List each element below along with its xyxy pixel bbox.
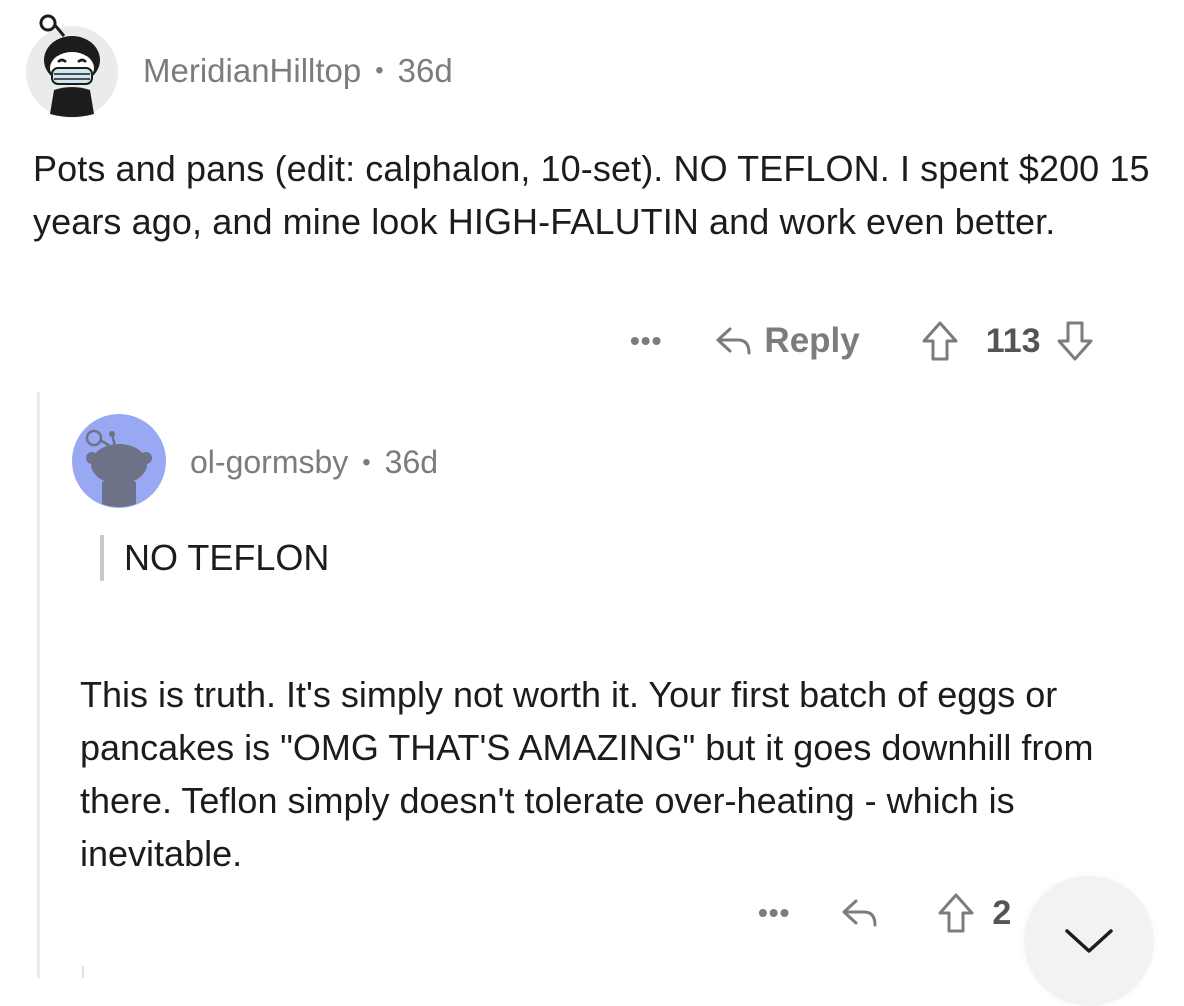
- vote-group: 113: [920, 319, 1095, 363]
- vote-score: 2: [992, 893, 1012, 932]
- separator-dot: •: [375, 57, 384, 84]
- upvote-arrow-icon[interactable]: [920, 319, 960, 363]
- masked-snoo-avatar-icon: [26, 14, 118, 118]
- username[interactable]: MeridianHilltop: [143, 52, 361, 90]
- comment-actions: ••• Reply 113: [630, 316, 1095, 366]
- reply-meta: ol-gormsby • 36d: [190, 444, 438, 481]
- user-avatar[interactable]: [24, 14, 120, 118]
- reply-user-avatar[interactable]: [72, 414, 166, 508]
- nested-thread-line: [82, 966, 84, 978]
- comment-meta: MeridianHilltop • 36d: [143, 52, 453, 90]
- vote-score: 113: [985, 321, 1041, 360]
- comment-body: Pots and pans (edit: calphalon, 10-set).…: [33, 148, 1150, 242]
- reply-actions: ••• 2: [758, 888, 1011, 938]
- reply-button[interactable]: Reply: [714, 321, 860, 361]
- quote-text: NO TEFLON: [124, 537, 330, 578]
- reply-label: Reply: [764, 321, 860, 360]
- quote-bar: [100, 535, 104, 581]
- upvote-arrow-icon[interactable]: [936, 891, 976, 935]
- more-options-button[interactable]: •••: [758, 897, 790, 929]
- collapse-button[interactable]: [1024, 876, 1154, 1006]
- reply-username[interactable]: ol-gormsby: [190, 444, 348, 481]
- chevron-down-icon: [1065, 929, 1113, 953]
- reply-arrow-icon: [716, 327, 751, 355]
- downvote-arrow-icon[interactable]: [1055, 319, 1095, 363]
- reply-arrow-icon[interactable]: [840, 895, 880, 931]
- comment-age: 36d: [397, 52, 453, 89]
- thread-line[interactable]: [37, 392, 40, 978]
- more-options-button[interactable]: •••: [630, 325, 662, 357]
- reply-body: This is truth. It's simply not worth it.…: [80, 674, 1094, 874]
- separator-dot: •: [362, 448, 371, 476]
- reply-age: 36d: [384, 444, 439, 480]
- default-snoo-avatar-icon: [72, 414, 166, 508]
- blockquote: NO TEFLON: [100, 535, 329, 581]
